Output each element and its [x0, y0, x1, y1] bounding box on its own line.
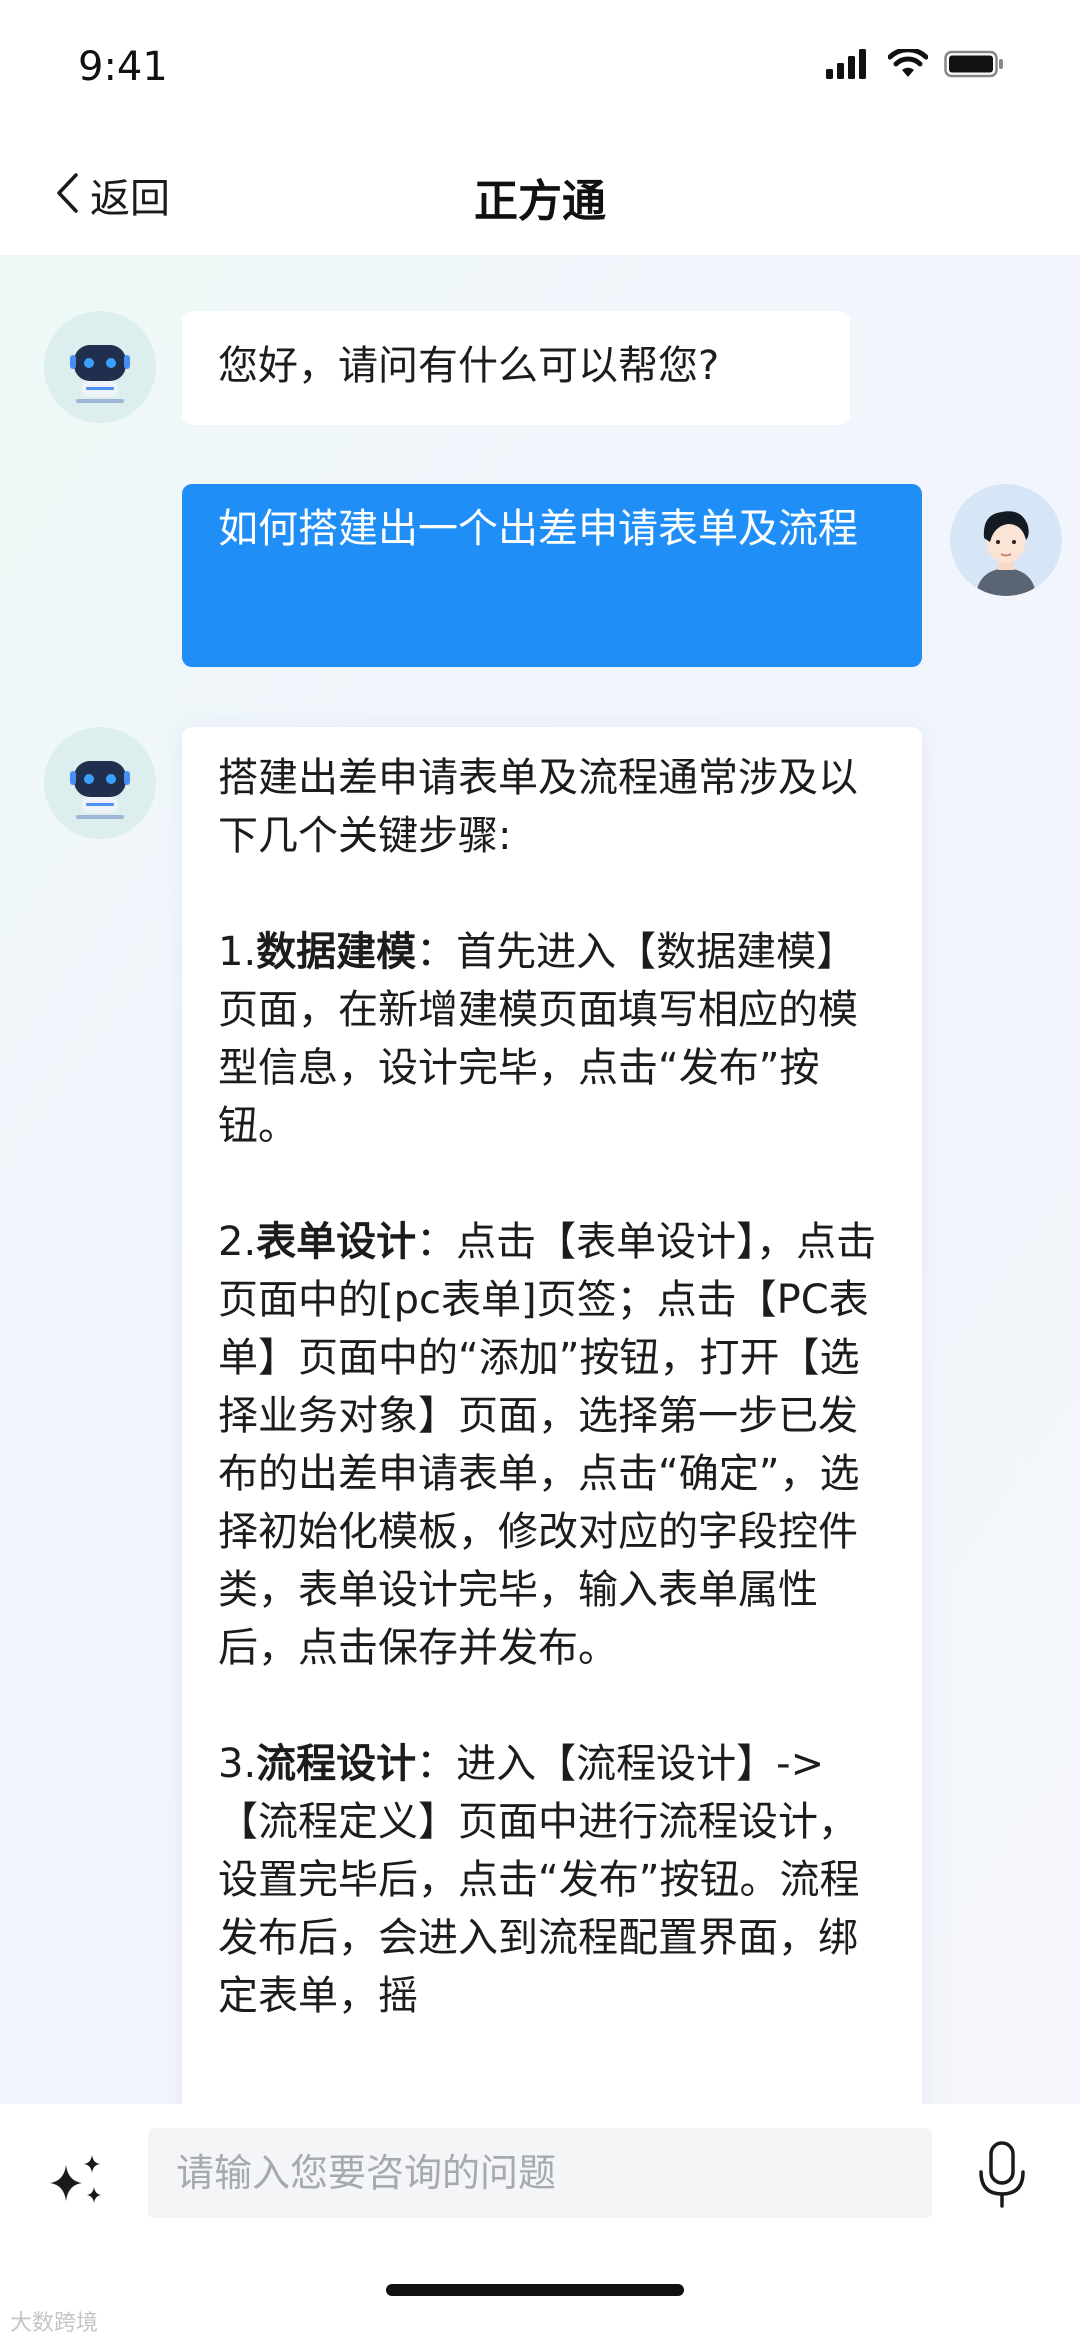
status-bar: 9:41: [0, 0, 1080, 135]
greeting-text: 您好，请问有什么可以帮您?: [218, 343, 720, 389]
answer-intro: 搭建出差申请表单及流程通常涉及以下几个关键步骤:: [218, 755, 858, 859]
user-avatar: [950, 484, 1062, 596]
page-title: 正方通: [474, 176, 606, 227]
user-message: 如何搭建出一个出差申请表单及流程: [182, 484, 922, 667]
signal-icon: [826, 49, 872, 83]
step-body: ：点击【表单设计】，点击页面中的[pc表单]页签；点击【PC表单】页面中的“添加…: [218, 1219, 877, 1671]
answer-step-1: 1.数据建模：首先进入【数据建模】页面，在新增建模页面填写相应的模型信息，设计完…: [218, 923, 886, 1155]
status-icons: [826, 46, 1004, 86]
step-number: 1.: [218, 929, 257, 975]
status-time: 9:41: [78, 44, 168, 90]
nav-bar: 返回 正方通: [0, 135, 1080, 255]
microphone-icon[interactable]: [974, 2140, 1030, 2210]
bot-message-answer: 搭建出差申请表单及流程通常涉及以下几个关键步骤: 1.数据建模：首先进入【数据建…: [182, 727, 922, 2104]
user-portrait-icon: [950, 484, 1062, 596]
user-question-text: 如何搭建出一个出差申请表单及流程: [218, 506, 858, 552]
chat-area[interactable]: 您好，请问有什么可以帮您? 如何搭建出一个出差申请表单及流程 搭建出差申请表单及…: [0, 255, 1080, 2104]
bot-avatar: [44, 311, 156, 423]
answer-step-3: 3.流程设计：进入【流程设计】->【流程定义】页面中进行流程设计，设置完毕后，点…: [218, 1735, 886, 2025]
robot-icon: [44, 727, 156, 839]
step-number: 3.: [218, 1741, 257, 1787]
robot-icon: [44, 311, 156, 423]
battery-icon: [944, 49, 1004, 83]
step-number: 2.: [218, 1219, 257, 1265]
bot-avatar: [44, 727, 156, 839]
answer-step-2: 2.表单设计：点击【表单设计】，点击页面中的[pc表单]页签；点击【PC表单】页…: [218, 1213, 886, 1677]
bot-message-greeting: 您好，请问有什么可以帮您?: [182, 311, 850, 425]
step-title: 流程设计: [256, 1741, 417, 1787]
question-input[interactable]: [148, 2128, 932, 2218]
sparkle-icon[interactable]: [44, 2149, 112, 2217]
input-bar: [0, 2104, 1080, 2339]
home-indicator[interactable]: [386, 2284, 684, 2296]
watermark: 大数跨境: [10, 2311, 99, 2336]
step-title: 表单设计: [256, 1219, 417, 1265]
wifi-icon: [887, 47, 929, 83]
step-title: 数据建模: [256, 929, 417, 975]
